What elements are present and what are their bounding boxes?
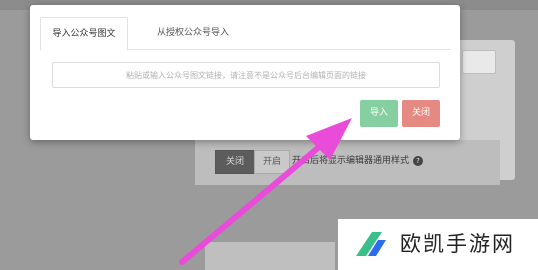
- import-dialog: 导入公众号图文 从授权公众号导入 导入 关闭: [30, 5, 460, 140]
- close-button[interactable]: 关闭: [402, 100, 440, 127]
- dialog-tabs: 导入公众号图文 从授权公众号导入: [40, 17, 450, 51]
- background-toggle-on[interactable]: 开启: [254, 150, 290, 174]
- background-toggle-off[interactable]: 关闭: [215, 150, 255, 174]
- watermark-text: 欧凯手游网: [400, 232, 515, 256]
- tab-import-article[interactable]: 导入公众号图文: [40, 17, 128, 51]
- background-hint: 开启后将显示编辑器通用样式?: [292, 150, 424, 172]
- hint-text: 启后将显示编辑器通用样式: [301, 156, 410, 166]
- background-bottom-block: [205, 242, 335, 270]
- help-icon[interactable]: ?: [413, 155, 424, 166]
- background-input: [462, 50, 496, 74]
- import-button[interactable]: 导入: [360, 100, 398, 127]
- article-url-input[interactable]: [52, 62, 440, 88]
- tab-import-authorized[interactable]: 从授权公众号导入: [138, 17, 248, 49]
- site-logo-icon: [356, 232, 386, 256]
- watermark: 欧凯手游网: [338, 219, 538, 270]
- hint-prefix: 开: [292, 156, 302, 166]
